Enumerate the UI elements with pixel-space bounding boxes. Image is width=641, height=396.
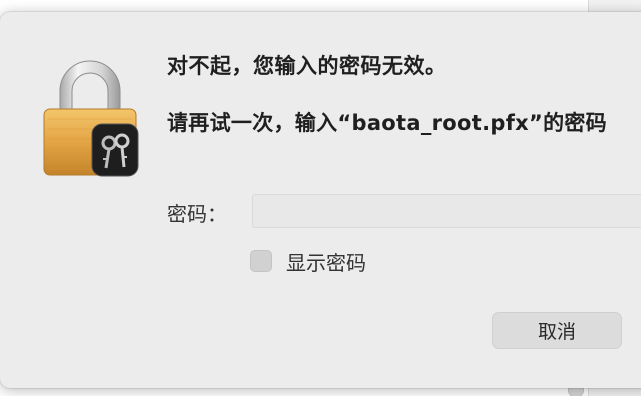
show-password-row[interactable]: 显示密码 [250,247,366,276]
password-field[interactable] [252,194,641,228]
show-password-checkbox[interactable] [250,250,272,272]
show-password-label[interactable]: 显示密码 [286,247,366,276]
dialog-title: 对不起，您输入的密码无效。 [167,54,447,78]
cancel-button[interactable]: 取消 [492,312,622,349]
keychain-lock-icon [43,60,139,177]
dialog-message: 请再试一次，输入“baota_root.pfx”的密码 [167,111,607,135]
password-label: 密码： [167,202,227,226]
screen: 对不起，您输入的密码无效。 请再试一次，输入“baota_root.pfx”的密… [0,0,641,396]
password-dialog: 对不起，您输入的密码无效。 请再试一次，输入“baota_root.pfx”的密… [0,12,641,388]
keys-icon [91,123,139,177]
